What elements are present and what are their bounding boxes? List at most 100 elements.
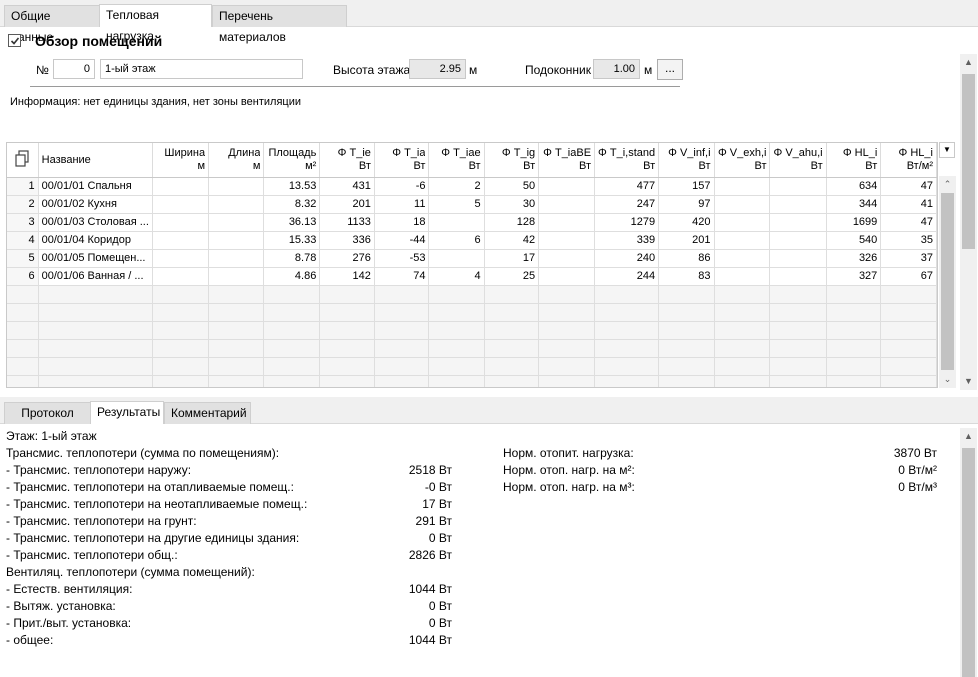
table-cell[interactable]: 420 (658, 213, 715, 232)
table-cell[interactable] (769, 231, 827, 250)
table-cell[interactable]: 74 (374, 267, 430, 286)
table-cell[interactable]: 30 (484, 195, 540, 214)
table-cell[interactable]: 247 (594, 195, 660, 214)
table-cell[interactable]: 42 (484, 231, 540, 250)
table-cell[interactable] (208, 249, 265, 268)
table-cell[interactable]: 477 (594, 177, 660, 196)
column-header[interactable]: Название (38, 143, 153, 178)
table-cell[interactable]: 326 (826, 249, 882, 268)
column-header[interactable]: Φ V_exh,i Вт (714, 143, 771, 178)
table-cell[interactable]: 1133 (319, 213, 375, 232)
table-cell[interactable]: -53 (374, 249, 430, 268)
table-cell[interactable]: 431 (319, 177, 375, 196)
column-header[interactable]: Φ T_ie Вт (319, 143, 375, 178)
scroll-up-icon[interactable]: ▲ (960, 54, 977, 71)
table-cell[interactable] (538, 231, 596, 250)
table-cell[interactable] (714, 177, 771, 196)
table-cell[interactable]: 1279 (594, 213, 660, 232)
table-cell[interactable]: 37 (880, 249, 937, 268)
more-button[interactable]: ... (657, 59, 683, 80)
table-cell[interactable]: 4.86 (263, 267, 321, 286)
table-cell[interactable]: 13.53 (263, 177, 321, 196)
inner-scroll-thumb[interactable] (941, 193, 954, 370)
table-cell[interactable] (152, 177, 210, 196)
table-cell[interactable]: 50 (484, 177, 540, 196)
table-cell[interactable] (769, 177, 827, 196)
grid-inner-scrollbar[interactable]: ⌃ ⌄ (939, 176, 956, 388)
tab-heat-load[interactable]: Тепловая нагрузка (99, 4, 212, 43)
table-cell[interactable]: 25 (484, 267, 540, 286)
table-cell[interactable]: 47 (880, 177, 937, 196)
table-row[interactable]: 2 00/01/02 Кухня 8.32 201 11 5 30 247 97 344 41 (7, 195, 937, 214)
table-cell[interactable]: 47 (880, 213, 937, 232)
table-cell[interactable] (538, 249, 596, 268)
table-cell[interactable] (428, 213, 485, 232)
table-cell[interactable] (208, 195, 265, 214)
table-cell[interactable]: 00/01/03 Столовая ... (38, 213, 153, 232)
table-cell[interactable]: 201 (658, 231, 715, 250)
column-header[interactable]: Φ HL_i Вт/м² (880, 143, 937, 178)
table-row[interactable]: 4 00/01/04 Коридор 15.33 336 -44 6 42 339 201 540… (7, 231, 937, 250)
table-row[interactable]: 1 00/01/01 Спальня 13.53 431 -6 2 50 477 157 634 4… (7, 177, 937, 196)
table-cell[interactable]: 1699 (826, 213, 882, 232)
table-cell[interactable]: 86 (658, 249, 715, 268)
table-cell[interactable]: 2 (428, 177, 485, 196)
tab-protocol[interactable]: Протокол (4, 402, 91, 424)
column-header[interactable]: Φ T_ig Вт (484, 143, 540, 178)
column-header[interactable]: Φ V_ahu,i Вт (769, 143, 827, 178)
table-row[interactable]: 6 00/01/06 Ванная / ... 4.86 142 74 4 25 244 83 3… (7, 267, 937, 286)
table-cell[interactable] (152, 267, 210, 286)
tab-results[interactable]: Результаты (90, 401, 164, 424)
table-cell[interactable]: 97 (658, 195, 715, 214)
table-cell[interactable]: 142 (319, 267, 375, 286)
results-scroll-up-icon[interactable]: ▲ (960, 428, 977, 445)
table-cell[interactable]: 201 (319, 195, 375, 214)
table-cell[interactable]: 00/01/01 Спальня (38, 177, 153, 196)
table-cell[interactable] (714, 267, 771, 286)
table-cell[interactable] (208, 177, 265, 196)
section-checkbox[interactable] (8, 34, 21, 47)
table-cell[interactable] (152, 213, 210, 232)
tab-general-data[interactable]: Общие данные (4, 5, 100, 44)
table-cell[interactable] (538, 177, 596, 196)
table-cell[interactable]: 35 (880, 231, 937, 250)
table-cell[interactable]: 00/01/04 Коридор (38, 231, 153, 250)
column-header[interactable]: Площадь м² (263, 143, 321, 178)
column-header[interactable]: Φ T_i,stand Вт (594, 143, 660, 178)
table-cell[interactable]: 540 (826, 231, 882, 250)
table-cell[interactable] (208, 231, 265, 250)
table-cell[interactable]: 6 (428, 231, 485, 250)
column-header[interactable]: Ширина м (152, 143, 210, 178)
column-header[interactable]: Φ T_iaBE Вт (538, 143, 596, 178)
table-cell[interactable]: 276 (319, 249, 375, 268)
table-cell[interactable]: 83 (658, 267, 715, 286)
table-cell[interactable]: 4 (428, 267, 485, 286)
table-cell[interactable] (714, 249, 771, 268)
table-cell[interactable]: 67 (880, 267, 937, 286)
column-header[interactable]: Φ T_ia Вт (374, 143, 430, 178)
column-header[interactable]: Длина м (208, 143, 265, 178)
table-cell[interactable] (152, 249, 210, 268)
table-cell[interactable] (152, 195, 210, 214)
table-cell[interactable]: 00/01/02 Кухня (38, 195, 153, 214)
results-scroll-thumb[interactable] (962, 448, 975, 677)
inner-scroll-down-icon[interactable]: ⌄ (939, 371, 956, 388)
table-cell[interactable] (769, 195, 827, 214)
table-cell[interactable]: 36.13 (263, 213, 321, 232)
table-cell[interactable] (538, 213, 596, 232)
table-cell[interactable]: 128 (484, 213, 540, 232)
table-cell[interactable]: 327 (826, 267, 882, 286)
column-header[interactable]: Φ V_inf,i Вт (658, 143, 715, 178)
floor-name-input[interactable]: 1-ый этаж (100, 59, 303, 79)
table-cell[interactable]: 244 (594, 267, 660, 286)
scroll-thumb[interactable] (962, 74, 975, 249)
copy-column-header[interactable] (7, 143, 39, 178)
table-cell[interactable]: 00/01/06 Ванная / ... (38, 267, 153, 286)
table-cell[interactable] (428, 249, 485, 268)
table-cell[interactable]: 336 (319, 231, 375, 250)
inner-scroll-up-icon[interactable]: ⌃ (939, 176, 956, 193)
table-cell[interactable] (714, 195, 771, 214)
table-cell[interactable]: 634 (826, 177, 882, 196)
table-cell[interactable]: 5 (428, 195, 485, 214)
table-cell[interactable] (538, 267, 596, 286)
